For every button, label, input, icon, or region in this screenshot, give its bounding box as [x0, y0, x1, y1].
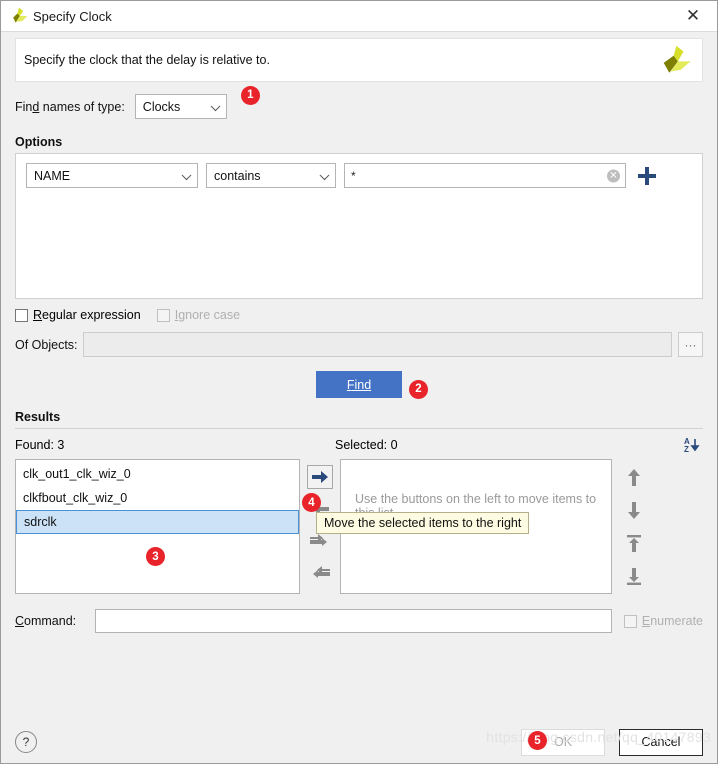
dialog-body: Find names of type: Clocks 1 Options NAM… — [1, 82, 717, 705]
badge-3: 3 — [146, 547, 165, 566]
find-button[interactable]: Find — [316, 371, 402, 398]
of-objects-row: Of Objects: ··· — [15, 332, 703, 357]
command-label: Command: — [15, 614, 77, 628]
enumerate-wrap: Enumerate — [623, 614, 703, 628]
ignore-case-checkbox — [156, 308, 170, 322]
help-icon[interactable]: ? — [15, 731, 37, 753]
badge-5: 5 — [528, 731, 547, 750]
find-button-label: Find — [346, 377, 372, 392]
filter-pattern-input[interactable]: * ✕ — [344, 163, 626, 188]
title-bar: Specify Clock ✕ — [1, 1, 717, 32]
chevron-down-icon — [181, 169, 192, 180]
move-right-icon[interactable] — [307, 465, 333, 489]
banner: Specify the clock that the delay is rela… — [15, 38, 703, 82]
xilinx-banner-logo-icon — [658, 43, 692, 77]
of-objects-label: Of Objects: — [15, 337, 78, 352]
filter-field-value: NAME — [34, 168, 71, 183]
flags-row: Regular expression Ignore case — [15, 308, 703, 322]
ok-button-label: OK — [553, 735, 573, 749]
filter-operator-select[interactable]: contains — [206, 163, 336, 188]
regular-expression-label: Regular expression — [33, 308, 141, 322]
results-heading: Results — [15, 410, 61, 424]
move-to-top-icon[interactable] — [621, 531, 647, 555]
clear-icon[interactable]: ✕ — [607, 169, 620, 182]
options-panel: NAME contains * ✕ — [15, 153, 703, 299]
options-filter-row: NAME contains * ✕ — [26, 163, 692, 188]
close-icon[interactable]: ✕ — [673, 1, 713, 31]
badge-1: 1 — [240, 85, 260, 105]
filter-field-select[interactable]: NAME — [26, 163, 198, 188]
window-title: Specify Clock — [33, 8, 112, 24]
cancel-button[interactable]: Cancel — [619, 728, 703, 756]
found-list[interactable]: clk_out1_clk_wiz_0 clkfbout_clk_wiz_0 sd… — [15, 459, 300, 594]
options-heading: Options — [15, 135, 63, 149]
found-count-label: Found: 3 — [15, 438, 65, 452]
dialog-footer: ? OK Cancel 5 — [1, 721, 717, 763]
move-up-icon[interactable] — [621, 465, 647, 489]
results-header: Found: 3 Selected: 0 A Z — [15, 435, 703, 455]
of-objects-browse-button[interactable]: ··· — [678, 332, 703, 357]
selected-count-label: Selected: 0 — [335, 438, 398, 452]
ignore-case-label: Ignore case — [174, 308, 241, 322]
enumerate-label: Enumerate — [641, 614, 703, 628]
list-item[interactable]: sdrclk — [16, 510, 299, 534]
find-type-select[interactable]: Clocks — [134, 94, 227, 119]
command-row: Command: Enumerate — [15, 609, 703, 633]
move-to-bottom-icon[interactable] — [621, 564, 647, 588]
results-divider — [15, 428, 703, 429]
of-objects-input[interactable] — [83, 332, 672, 357]
list-item[interactable]: clk_out1_clk_wiz_0 — [16, 462, 299, 486]
cancel-button-label: Cancel — [641, 735, 681, 749]
enumerate-checkbox — [623, 614, 637, 628]
filter-pattern-value: * — [351, 168, 356, 183]
move-all-left-icon[interactable] — [307, 561, 333, 585]
banner-area: Specify the clock that the delay is rela… — [1, 32, 717, 82]
regular-expression-checkbox[interactable] — [15, 308, 28, 322]
find-type-row: Find names of type: Clocks 1 — [15, 85, 703, 119]
move-down-icon[interactable] — [621, 498, 647, 522]
filter-operator-value: contains — [214, 168, 261, 183]
add-filter-icon[interactable] — [638, 166, 656, 185]
find-type-value: Clocks — [142, 99, 181, 114]
move-right-tooltip: Move the selected items to the right — [316, 512, 530, 534]
chevron-down-icon — [210, 100, 221, 111]
xilinx-logo-icon — [9, 6, 29, 26]
list-item[interactable]: clkfbout_clk_wiz_0 — [16, 486, 299, 510]
svg-text:Z: Z — [684, 445, 689, 454]
command-input[interactable] — [95, 609, 612, 633]
specify-clock-dialog: Specify Clock ✕ Specify the clock that t… — [0, 0, 718, 764]
find-row: Find 2 — [15, 371, 703, 399]
find-type-label: Find names of type: — [15, 99, 125, 114]
order-buttons — [614, 459, 654, 597]
sort-az-icon[interactable]: A Z — [681, 435, 703, 455]
banner-text: Specify the clock that the delay is rela… — [24, 53, 270, 67]
badge-2: 2 — [409, 379, 428, 399]
chevron-down-icon — [319, 169, 330, 180]
badge-4: 4 — [302, 493, 321, 512]
